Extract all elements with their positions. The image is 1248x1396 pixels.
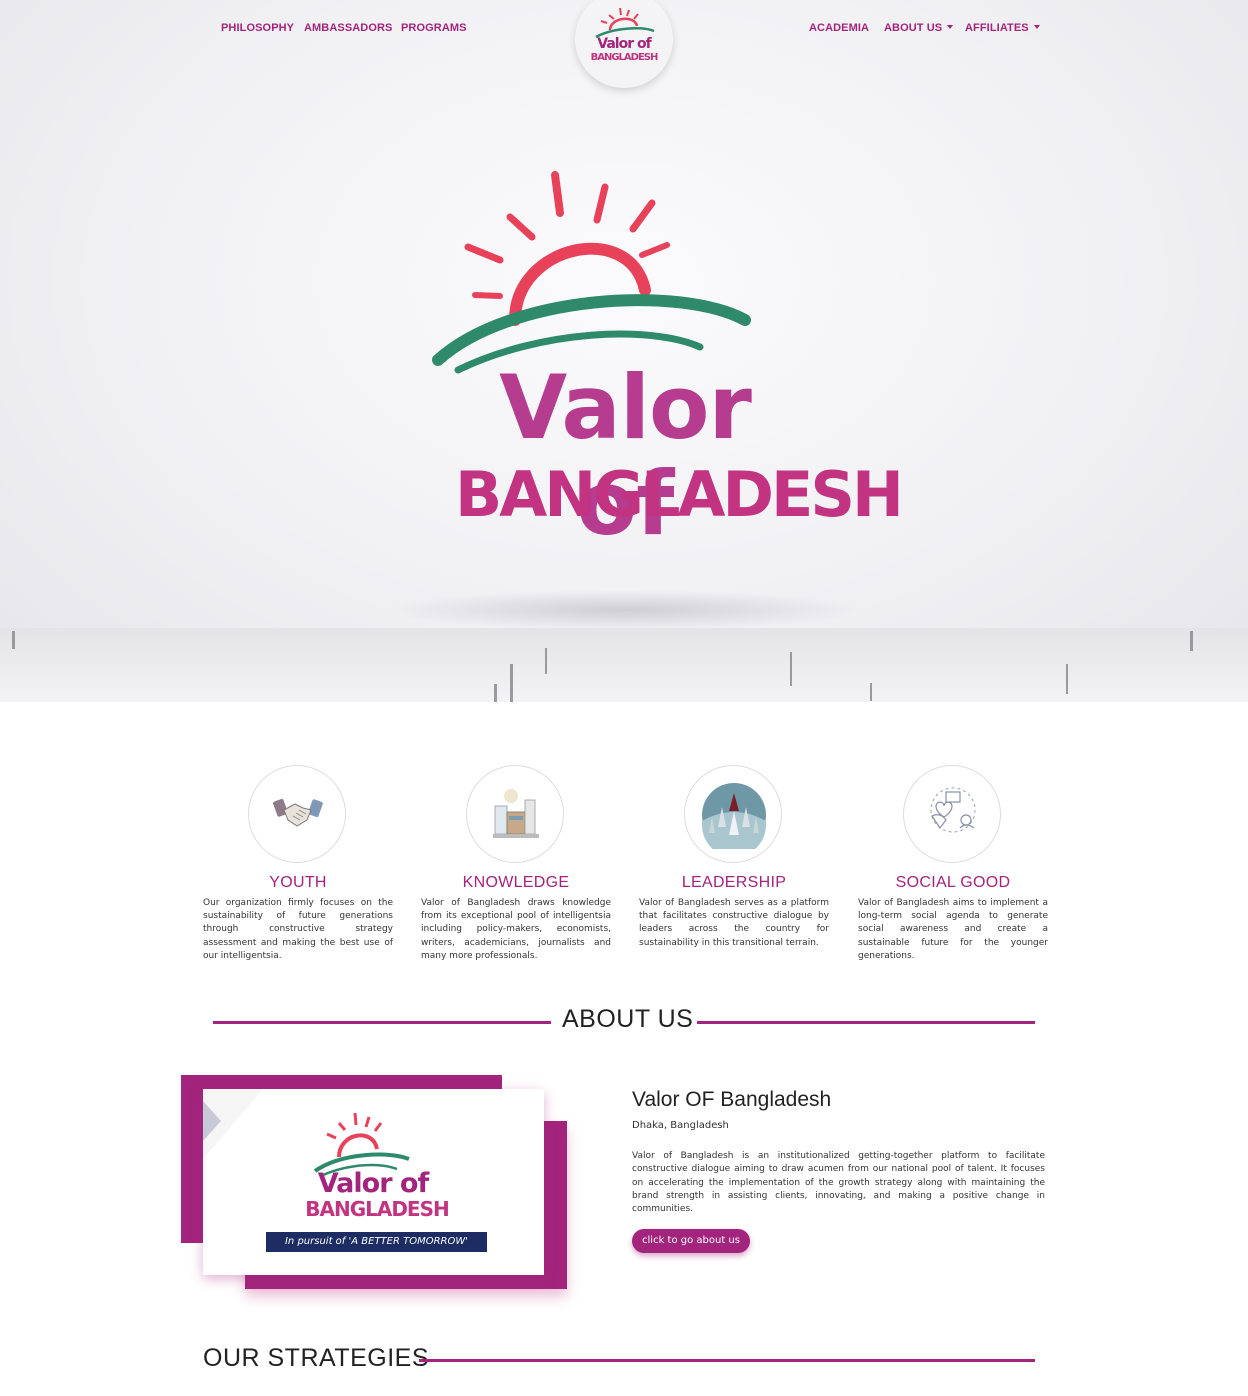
- card-logo-line1: Valor of: [317, 1168, 429, 1199]
- hero-floor: [0, 628, 1248, 702]
- feature-text: Our organization firmly focuses on the s…: [203, 898, 393, 961]
- card-logo-line2: BANGLADESH: [305, 1197, 450, 1221]
- feature-icon-circle: [248, 765, 346, 863]
- nav-philosophy[interactable]: PHILOSOPHY: [221, 22, 294, 34]
- nav-logo-line2: BANGLADESH: [590, 52, 659, 63]
- about-us-button[interactable]: click to go about us: [632, 1229, 750, 1253]
- about-heading-rule-left: [213, 1021, 551, 1024]
- tagline-quote: 'A BETTER TOMORROW': [348, 1236, 469, 1247]
- books-lamp-icon: [493, 789, 539, 838]
- nav-about-us-label: ABOUT US: [884, 22, 943, 34]
- nav-affiliates-label: AFFILIATES: [965, 22, 1029, 34]
- feature-title: YOUTH: [269, 874, 327, 891]
- nav-ambassadors[interactable]: AMBASSADORS: [304, 22, 393, 34]
- sun-logo-icon: [595, 7, 655, 38]
- card-tagline: In pursuit of 'A BETTER TOMORROW': [266, 1232, 487, 1252]
- about-location: Dhaka, Bangladesh: [632, 1120, 729, 1131]
- hero-decor: [510, 664, 513, 702]
- nav-programs[interactable]: PROGRAMS: [401, 22, 467, 34]
- chevron-down-icon: [1033, 25, 1040, 29]
- hero-decor: [12, 631, 15, 649]
- page: Valor of BANGLADESH PHILOSOPHY AMBASSADO…: [0, 0, 1248, 1396]
- feature-text: Valor of Bangladesh serves as a platform…: [639, 898, 829, 948]
- about-heading: ABOUT US: [562, 1005, 694, 1033]
- hero-logo-line2: BANGLADESH: [455, 458, 904, 531]
- handshake-icon: [273, 798, 323, 827]
- hero-decor: [1190, 631, 1193, 651]
- feature-icon-circle: [684, 765, 782, 863]
- about-org-name: Valor OF Bangladesh: [632, 1088, 832, 1111]
- chevron-down-icon: [947, 25, 954, 29]
- hero-decor: [545, 648, 547, 674]
- strategies-heading-rule: [419, 1359, 1035, 1362]
- hero-decor: [494, 684, 497, 702]
- feature-icon-circle: [903, 765, 1001, 863]
- hero-banner: Valor of BANGLADESH: [0, 0, 1248, 702]
- hero-decor: [870, 683, 872, 701]
- nav-logo-line1: Valor of: [597, 36, 651, 52]
- feature-text: Valor of Bangladesh draws knowledge from…: [421, 898, 611, 961]
- feature-text: Valor of Bangladesh aims to implement a …: [858, 898, 1048, 961]
- feature-title: LEADERSHIP: [681, 874, 787, 891]
- hero-decor: [1066, 664, 1068, 694]
- feature-title: KNOWLEDGE: [462, 874, 570, 891]
- hero-sun-logo: [432, 171, 751, 374]
- nav-academia[interactable]: ACADEMIA: [809, 22, 869, 34]
- feature-icon-circle: [466, 765, 564, 863]
- nav-about-us[interactable]: ABOUT US: [884, 22, 954, 34]
- about-description: Valor of Bangladesh is an institutionali…: [632, 1151, 1045, 1215]
- about-heading-rule-right: [697, 1021, 1035, 1024]
- charity-hands-icon: [930, 787, 976, 833]
- about-logo-card: Valor of BANGLADESH In pursuit of 'A BET…: [203, 1089, 544, 1275]
- feature-title: SOCIAL GOOD: [895, 874, 1011, 891]
- pencils-icon: [702, 783, 766, 849]
- strategies-heading: OUR STRATEGIES: [203, 1344, 430, 1372]
- hero-shadow: [384, 590, 864, 630]
- tagline-prefix: In pursuit of: [284, 1236, 346, 1247]
- hero-decor: [790, 652, 792, 686]
- nav-affiliates[interactable]: AFFILIATES: [965, 22, 1040, 34]
